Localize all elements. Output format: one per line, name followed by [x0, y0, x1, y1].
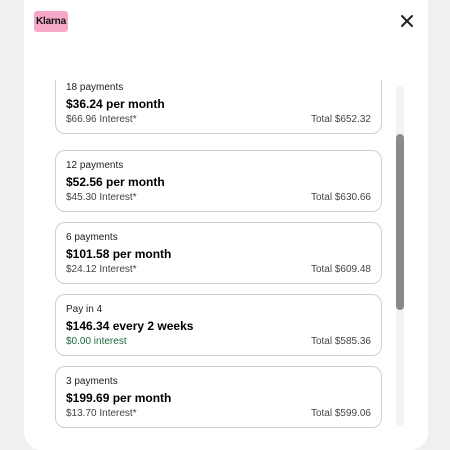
plan-price: $36.24 per month	[66, 97, 165, 111]
plan-price: $199.69 per month	[66, 391, 172, 405]
plan-count: 3 payments	[66, 376, 118, 387]
plan-count: 6 payments	[66, 232, 118, 243]
plan-interest: $24.12 Interest*	[66, 264, 137, 275]
plan-total: Total $599.06	[310, 408, 371, 419]
plan-option-18-payments[interactable]: 18 payments $36.24 per month $66.96 Inte…	[55, 80, 382, 134]
close-icon	[401, 15, 413, 27]
plan-option-6-payments[interactable]: 6 payments $101.58 per month $24.12 Inte…	[55, 222, 382, 284]
plan-count: Pay in 4	[66, 304, 103, 315]
plan-count: 12 payments	[66, 160, 124, 171]
plan-price: $52.56 per month	[66, 175, 165, 189]
plan-option-12-payments[interactable]: 12 payments $52.56 per month $45.30 Inte…	[55, 150, 382, 212]
plan-total: Total $630.66	[310, 192, 371, 203]
plan-option-pay-in-4[interactable]: Pay in 4 $146.34 every 2 weeks $0.00 int…	[55, 294, 382, 356]
plan-total: Total $652.32	[310, 114, 371, 125]
plan-count: 18 payments	[66, 82, 124, 93]
plan-total: Total $585.36	[310, 336, 371, 347]
plan-interest: $0.00 interest	[66, 336, 127, 347]
scrollbar-track[interactable]	[396, 86, 404, 426]
scrollbar-thumb[interactable]	[396, 134, 404, 310]
plan-option-3-payments[interactable]: 3 payments $199.69 per month $13.70 Inte…	[55, 366, 382, 428]
klarna-logo: Klarna	[34, 11, 68, 32]
plan-interest: $66.96 Interest*	[66, 114, 137, 125]
plan-interest: $13.70 Interest*	[66, 408, 137, 419]
klarna-modal: Klarna 18 payments $36.24 per month $66.…	[24, 0, 428, 450]
plan-total: Total $609.48	[310, 264, 371, 275]
plan-price: $146.34 every 2 weeks	[66, 319, 194, 333]
plan-interest: $45.30 Interest*	[66, 192, 137, 203]
plan-price: $101.58 per month	[66, 247, 172, 261]
close-button[interactable]	[398, 12, 416, 30]
payment-plan-list: 18 payments $36.24 per month $66.96 Inte…	[55, 80, 385, 432]
